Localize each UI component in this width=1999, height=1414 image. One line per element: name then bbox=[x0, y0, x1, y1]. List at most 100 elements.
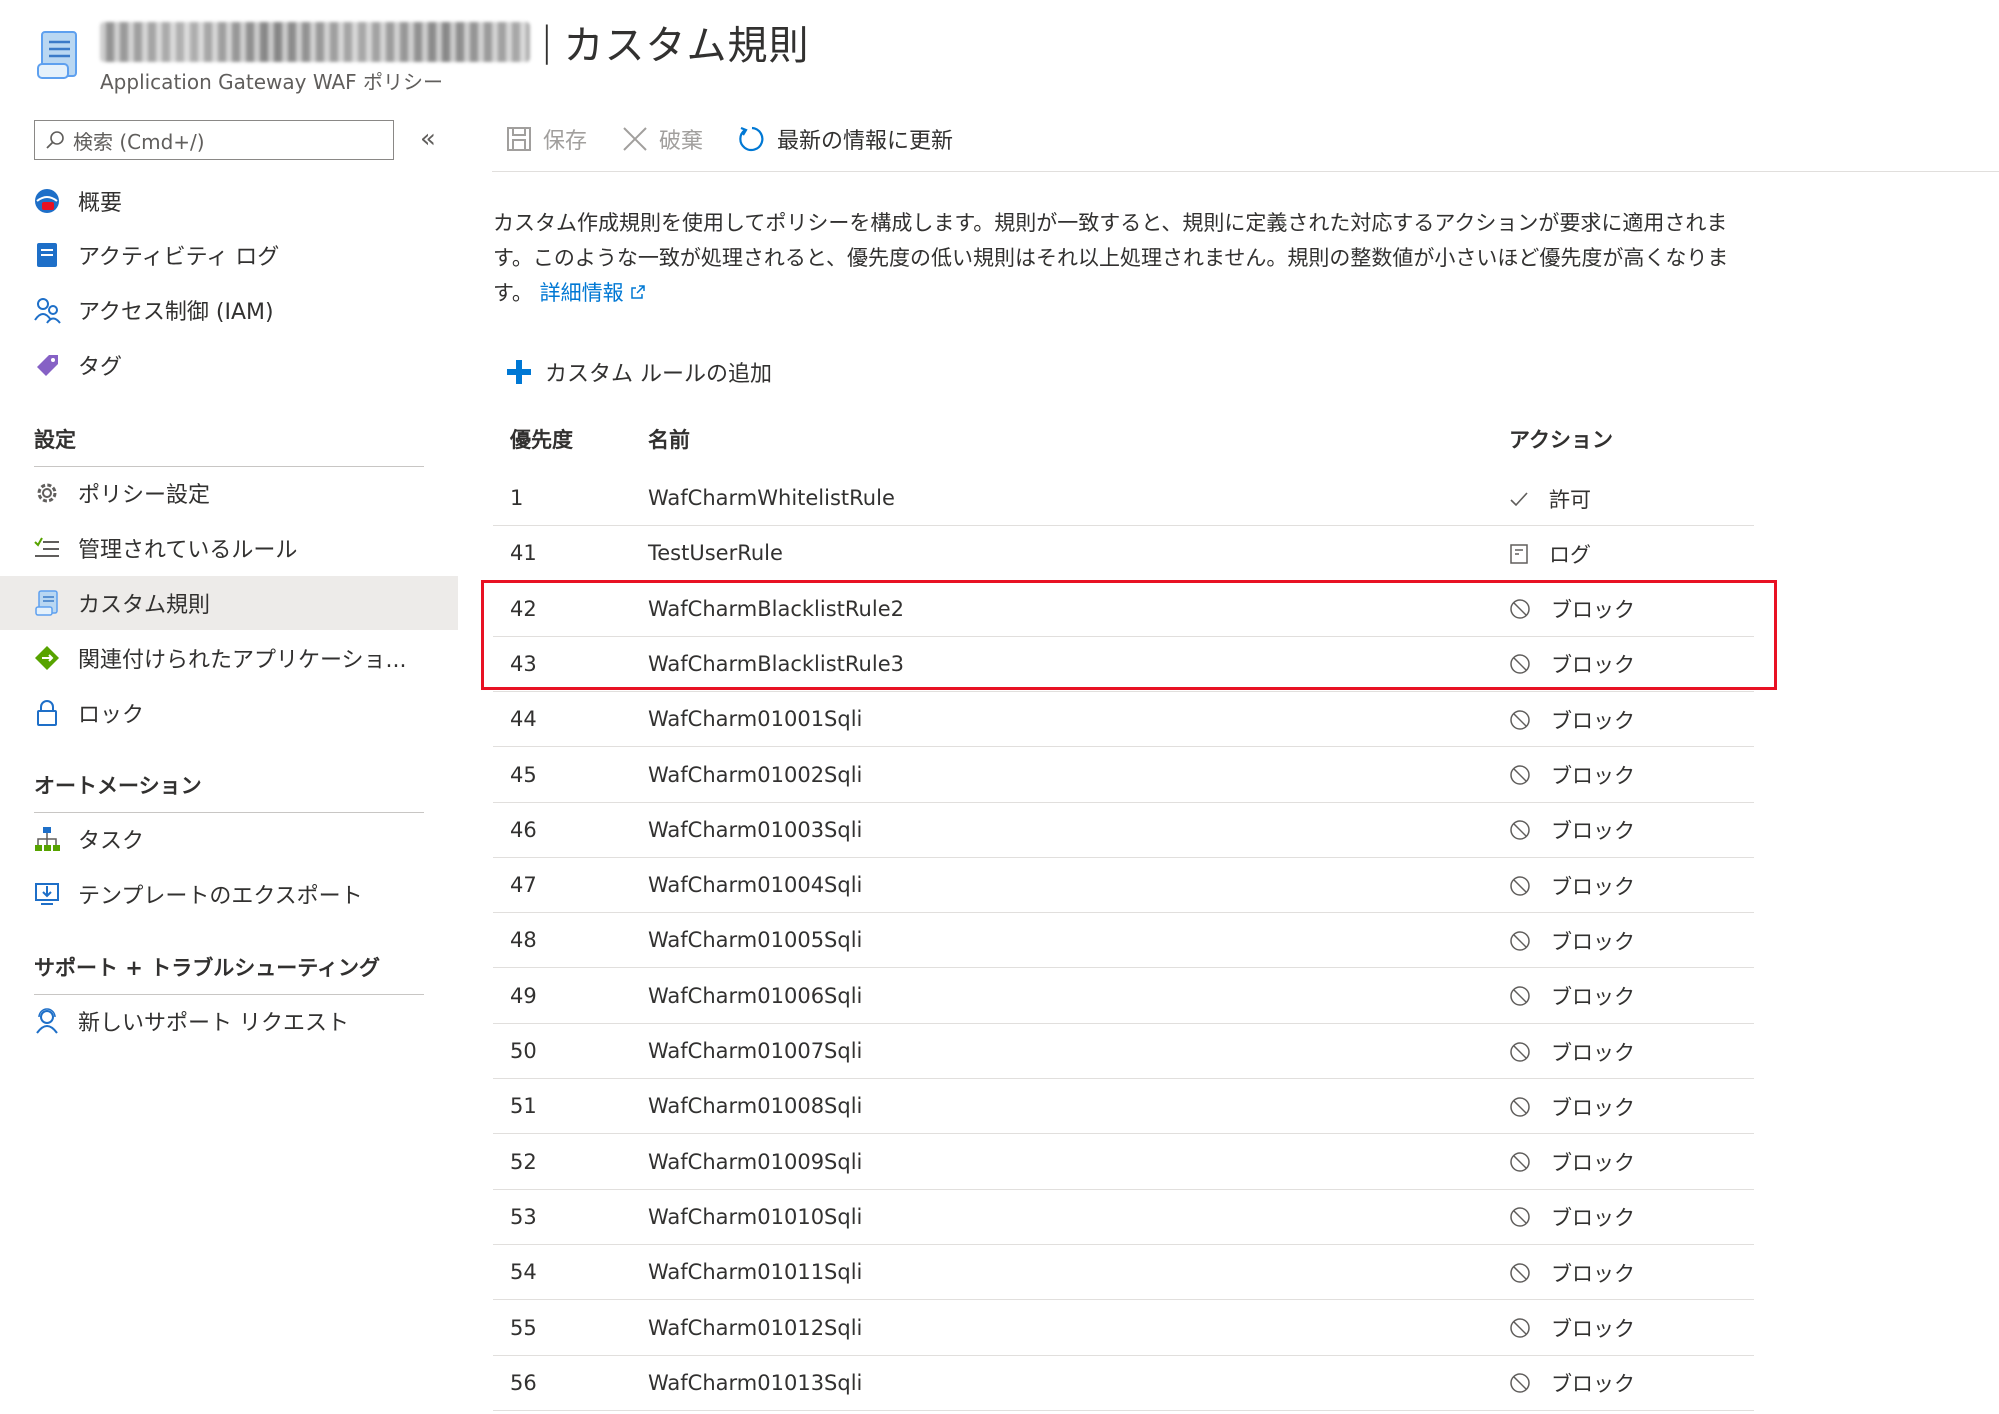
description: カスタム作成規則を使用してポリシーを構成します。規則が一致すると、規則に定義され… bbox=[493, 206, 1763, 311]
sidebar-item-policy-settings[interactable]: ポリシー設定 bbox=[0, 466, 458, 520]
block-icon bbox=[1509, 1041, 1541, 1063]
block-icon bbox=[1509, 1372, 1541, 1394]
table-row[interactable]: 41 TestUserRule ログ bbox=[493, 526, 1754, 582]
table-row[interactable]: 1 WafCharmWhitelistRule 許可 bbox=[493, 471, 1754, 526]
search-icon bbox=[46, 131, 64, 149]
table-row[interactable]: 53 WafCharm01010Sqli ブロック bbox=[493, 1190, 1754, 1245]
sidebar-item-managed-rules[interactable]: 管理されているルール bbox=[0, 521, 458, 575]
table-row[interactable]: 44 WafCharm01001Sqli ブロック bbox=[493, 692, 1754, 748]
block-icon bbox=[1509, 1096, 1541, 1118]
sidebar-item-label: アクセス制御 (IAM) bbox=[78, 300, 274, 325]
sidebar-item-label: 管理されているルール bbox=[78, 538, 298, 563]
cell-name[interactable]: WafCharm01002Sqli bbox=[648, 748, 862, 803]
table-row[interactable]: 52 WafCharm01009Sqli ブロック bbox=[493, 1135, 1754, 1190]
table-row[interactable]: 46 WafCharm01003Sqli ブロック bbox=[493, 803, 1754, 858]
external-link-icon bbox=[631, 285, 646, 299]
cell-action: ログ bbox=[1509, 526, 1591, 581]
table-row[interactable]: 45 WafCharm01002Sqli ブロック bbox=[493, 748, 1754, 803]
sidebar-item-label: テンプレートのエクスポート bbox=[78, 884, 363, 909]
sidebar-item-export-template[interactable]: テンプレートのエクスポート bbox=[0, 867, 458, 921]
cell-name[interactable]: WafCharm01005Sqli bbox=[648, 913, 862, 968]
cell-name[interactable]: WafCharm01012Sqli bbox=[648, 1301, 862, 1356]
cell-action: ブロック bbox=[1509, 1079, 1635, 1134]
block-icon bbox=[1509, 1317, 1541, 1339]
cell-name[interactable]: WafCharm01004Sqli bbox=[648, 858, 862, 913]
section-support: サポート + トラブルシューティング bbox=[34, 956, 380, 980]
cell-name[interactable]: WafCharm01003Sqli bbox=[648, 803, 862, 858]
table-row[interactable]: 48 WafCharm01005Sqli ブロック bbox=[493, 913, 1754, 969]
block-icon bbox=[1509, 985, 1541, 1007]
table-row[interactable]: 49 WafCharm01006Sqli ブロック bbox=[493, 969, 1754, 1024]
description-text: カスタム作成規則を使用してポリシーを構成します。規則が一致すると、規則に定義され… bbox=[493, 211, 1729, 305]
action-label: ブロック bbox=[1551, 708, 1635, 733]
sidebar-item-label: タスク bbox=[78, 829, 145, 854]
iam-users-icon bbox=[32, 295, 62, 325]
sidebar-item-tasks[interactable]: タスク bbox=[0, 812, 458, 866]
save-button[interactable]: 保存 bbox=[505, 123, 587, 155]
add-custom-rule-button[interactable]: カスタム ルールの追加 bbox=[505, 356, 772, 388]
sidebar-item-support-request[interactable]: 新しいサポート リクエスト bbox=[0, 994, 458, 1048]
sidebar-item-custom-rules[interactable]: カスタム規則 bbox=[0, 576, 458, 630]
column-header-action[interactable]: アクション bbox=[1509, 424, 1613, 454]
sidebar-item-lock[interactable]: ロック bbox=[0, 686, 458, 740]
cell-name[interactable]: WafCharm01010Sqli bbox=[648, 1190, 862, 1245]
search-placeholder: 検索 (Cmd+/) bbox=[73, 129, 205, 154]
cell-name[interactable]: WafCharm01007Sqli bbox=[648, 1024, 862, 1079]
action-label: ブロック bbox=[1551, 764, 1635, 788]
tag-icon bbox=[32, 350, 62, 380]
associated-apps-icon bbox=[32, 643, 62, 673]
search-input[interactable]: 検索 (Cmd+/) bbox=[34, 120, 394, 160]
cell-priority: 51 bbox=[510, 1094, 537, 1119]
cell-name[interactable]: WafCharm01008Sqli bbox=[648, 1079, 862, 1134]
sidebar-item-tags[interactable]: タグ bbox=[0, 338, 458, 392]
support-request-icon bbox=[32, 1006, 62, 1036]
refresh-button[interactable]: 最新の情報に更新 bbox=[737, 123, 953, 155]
column-header-priority[interactable]: 優先度 bbox=[510, 424, 573, 454]
table-row[interactable]: 55 WafCharm01012Sqli ブロック bbox=[493, 1301, 1754, 1356]
sidebar-item-overview[interactable]: 概要 bbox=[0, 174, 458, 228]
cell-action: ブロック bbox=[1509, 913, 1635, 968]
block-icon bbox=[1509, 764, 1541, 786]
cell-action: ブロック bbox=[1509, 858, 1635, 913]
cell-action: ブロック bbox=[1509, 1301, 1635, 1356]
cell-action: 許可 bbox=[1509, 471, 1591, 526]
add-custom-rule-label: カスタム ルールの追加 bbox=[545, 362, 772, 387]
table-row[interactable]: 56 WafCharm01013Sqli ブロック bbox=[493, 1356, 1754, 1411]
discard-button[interactable]: 破棄 bbox=[621, 123, 703, 155]
cell-priority: 48 bbox=[510, 928, 537, 953]
cell-name[interactable]: WafCharmWhitelistRule bbox=[648, 471, 895, 526]
cell-action: ブロック bbox=[1509, 1024, 1635, 1079]
block-icon bbox=[1509, 1206, 1541, 1228]
cell-name[interactable]: WafCharm01009Sqli bbox=[648, 1135, 862, 1190]
cell-priority: 45 bbox=[510, 762, 537, 787]
sidebar-item-label: カスタム規則 bbox=[78, 593, 211, 618]
action-label: ブロック bbox=[1551, 1261, 1635, 1286]
table-row[interactable]: 47 WafCharm01004Sqli ブロック bbox=[493, 858, 1754, 914]
table-row[interactable]: 54 WafCharm01011Sqli ブロック bbox=[493, 1245, 1754, 1301]
block-icon bbox=[1509, 709, 1541, 731]
action-label: ブロック bbox=[1551, 1317, 1635, 1341]
highlight-box bbox=[481, 580, 1777, 690]
sidebar-item-associated-apps[interactable]: 関連付けられたアプリケーショ... bbox=[0, 631, 458, 685]
save-icon bbox=[507, 127, 531, 151]
cell-name[interactable]: WafCharm01013Sqli bbox=[648, 1356, 862, 1411]
cell-name[interactable]: WafCharm01001Sqli bbox=[648, 692, 862, 747]
column-header-name[interactable]: 名前 bbox=[648, 424, 690, 454]
cell-priority: 54 bbox=[510, 1260, 537, 1285]
learn-more-link[interactable]: 詳細情報 bbox=[540, 281, 647, 305]
custom-rules-title-icon bbox=[32, 26, 84, 82]
checkmark-icon bbox=[1509, 489, 1539, 509]
sidebar-item-label: 概要 bbox=[78, 191, 123, 216]
cell-name[interactable]: WafCharm01006Sqli bbox=[648, 969, 862, 1024]
cell-action: ブロック bbox=[1509, 1356, 1635, 1411]
sidebar-item-iam[interactable]: アクセス制御 (IAM) bbox=[0, 283, 458, 337]
table-row[interactable]: 50 WafCharm01007Sqli ブロック bbox=[493, 1024, 1754, 1079]
cell-name[interactable]: TestUserRule bbox=[648, 526, 783, 581]
collapse-sidebar-button[interactable]: « bbox=[420, 124, 436, 154]
cell-name[interactable]: WafCharm01011Sqli bbox=[648, 1245, 862, 1300]
sidebar-item-activity-log[interactable]: アクティビティ ログ bbox=[0, 228, 458, 282]
cell-priority: 52 bbox=[510, 1149, 537, 1174]
table-row[interactable]: 51 WafCharm01008Sqli ブロック bbox=[493, 1079, 1754, 1135]
block-icon bbox=[1509, 819, 1541, 841]
gear-icon bbox=[32, 478, 62, 508]
